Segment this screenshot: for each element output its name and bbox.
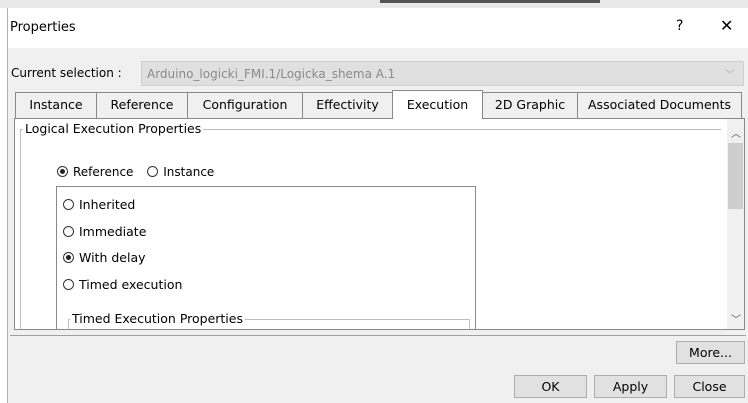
- close-icon[interactable]: ✕: [720, 16, 733, 35]
- apply-button[interactable]: Apply: [594, 375, 667, 398]
- help-button[interactable]: ?: [676, 18, 683, 34]
- radio-label: Inherited: [79, 197, 136, 212]
- ok-button[interactable]: OK: [514, 375, 587, 398]
- tab-associated-documents[interactable]: Associated Documents: [577, 92, 742, 118]
- radio-label: With delay: [79, 250, 146, 265]
- radio-selected-icon: [63, 252, 74, 263]
- with-delay-radio[interactable]: With delay: [63, 250, 146, 265]
- scope-radio-group: Reference Instance: [57, 165, 224, 179]
- title-bar: Properties ? ✕: [8, 8, 748, 48]
- tab-execution[interactable]: Execution: [392, 90, 483, 119]
- radio-label: Reference: [73, 165, 134, 179]
- timed-execution-radio[interactable]: Timed execution: [63, 277, 182, 292]
- group-title: Logical Execution Properties: [23, 121, 204, 136]
- execution-panel: Logical Execution Properties Reference I…: [14, 118, 745, 330]
- tab-label: Execution: [406, 97, 469, 112]
- group-title: Timed Execution Properties: [70, 311, 245, 326]
- background-window-edge: [380, 0, 600, 3]
- chevron-down-icon: ﹀: [725, 70, 735, 81]
- radio-empty-icon: [63, 226, 74, 237]
- radio-selected-icon: [57, 166, 68, 177]
- vertical-scrollbar[interactable]: ︿ ﹀: [727, 119, 744, 329]
- tab-label: Associated Documents: [588, 97, 731, 112]
- radio-label: Timed execution: [79, 277, 183, 292]
- current-selection-value: Arduino_logicki_FMI.1/Logicka_shema A.1: [147, 67, 396, 81]
- scroll-up-icon[interactable]: ︿: [731, 125, 741, 140]
- tab-label: Configuration: [202, 97, 288, 112]
- tab-2d-graphic[interactable]: 2D Graphic: [482, 92, 578, 118]
- scroll-thumb[interactable]: [728, 143, 743, 209]
- radio-empty-icon: [147, 166, 159, 177]
- properties-dialog: Properties ? ✕ Current selection : Ardui…: [7, 8, 748, 403]
- close-button[interactable]: Close: [674, 375, 745, 398]
- inherited-radio[interactable]: Inherited: [63, 197, 135, 212]
- background-window-strip: [0, 0, 748, 8]
- tab-configuration[interactable]: Configuration: [187, 92, 303, 118]
- radio-label: Immediate: [79, 224, 147, 239]
- dialog-title: Properties: [10, 20, 76, 35]
- current-selection-combobox[interactable]: Arduino_logicki_FMI.1/Logicka_shema A.1 …: [141, 61, 744, 86]
- execution-mode-box: Inherited Immediate With delay Timed exe…: [56, 186, 476, 329]
- reference-radio[interactable]: Reference: [57, 165, 133, 179]
- divider: [10, 335, 746, 336]
- tab-reference[interactable]: Reference: [96, 92, 188, 118]
- current-selection-label: Current selection :: [11, 66, 122, 80]
- tab-instance[interactable]: Instance: [15, 92, 97, 118]
- radio-label: Instance: [163, 165, 215, 179]
- timed-execution-group: Timed Execution Properties: [68, 311, 470, 329]
- more-button[interactable]: More...: [676, 341, 745, 364]
- radio-empty-icon: [63, 279, 74, 290]
- scroll-down-icon[interactable]: ﹀: [731, 311, 741, 326]
- tab-label: Effectivity: [316, 97, 379, 112]
- radio-empty-icon: [63, 199, 74, 210]
- immediate-radio[interactable]: Immediate: [63, 224, 146, 239]
- tab-label: Reference: [110, 97, 174, 112]
- tab-effectivity[interactable]: Effectivity: [302, 92, 393, 118]
- tab-label: 2D Graphic: [494, 97, 566, 112]
- tab-label: Instance: [29, 97, 83, 112]
- instance-radio[interactable]: Instance: [147, 165, 214, 179]
